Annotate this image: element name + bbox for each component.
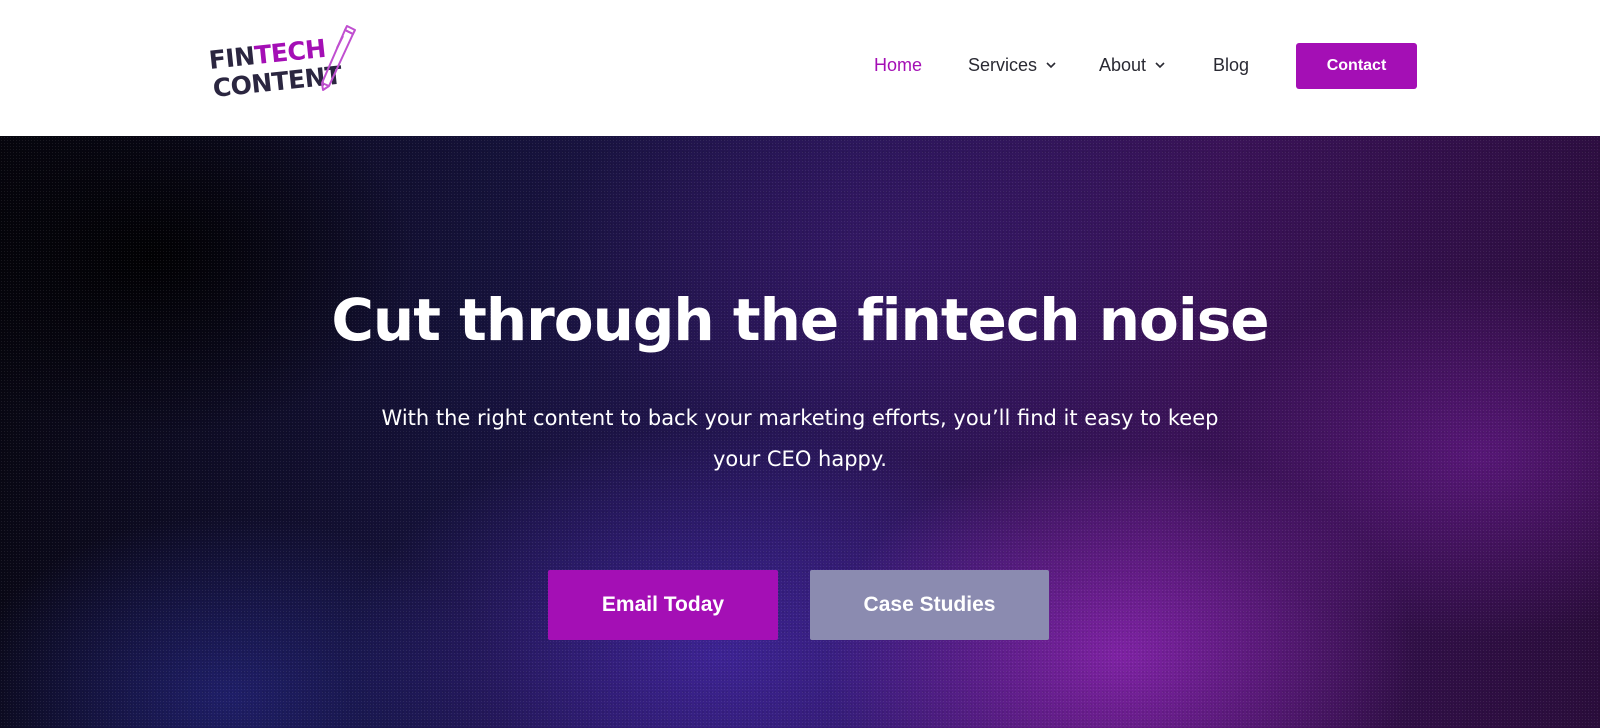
contact-button[interactable]: Contact <box>1296 43 1417 89</box>
chevron-down-icon <box>1155 62 1165 69</box>
chevron-down-icon <box>1046 62 1056 69</box>
hero-title: Cut through the fintech noise <box>331 286 1269 354</box>
nav-about-label: About <box>1099 54 1147 75</box>
nav-about[interactable]: About <box>1099 55 1166 76</box>
pen-icon <box>321 25 356 91</box>
hero-section: Cut through the fintech noise With the r… <box>0 136 1600 728</box>
nav-home[interactable]: Home <box>874 55 922 76</box>
email-today-button[interactable]: Email Today <box>548 570 778 640</box>
nav-services[interactable]: Services <box>968 55 1057 76</box>
nav-blog[interactable]: Blog <box>1213 55 1249 76</box>
case-studies-button[interactable]: Case Studies <box>810 570 1049 640</box>
site-logo[interactable]: FINTECH CONTENT <box>207 22 357 110</box>
nav-services-label: Services <box>968 54 1038 75</box>
site-header: FINTECH CONTENT Home Services About Blog… <box>0 0 1600 136</box>
hero-subtitle: With the right content to back your mark… <box>381 406 1219 471</box>
